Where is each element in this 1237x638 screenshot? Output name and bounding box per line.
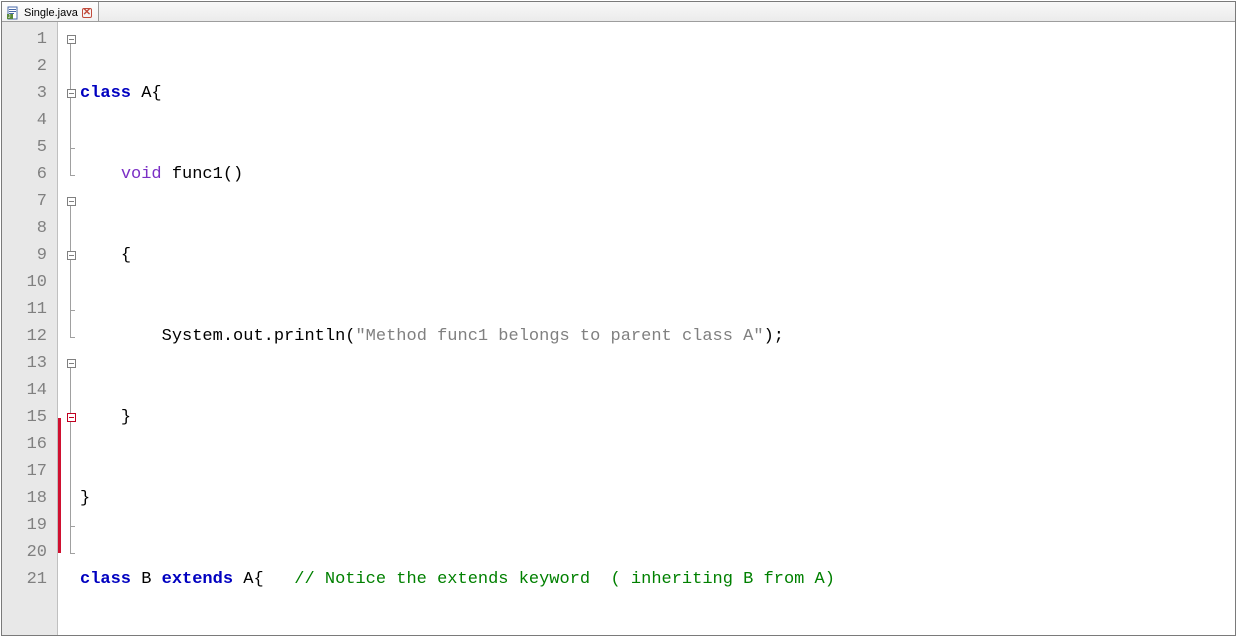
change-marker <box>58 431 61 458</box>
tab-filename: Single.java <box>24 7 78 19</box>
fold-toggle-icon[interactable] <box>67 35 76 44</box>
change-marker <box>58 512 61 539</box>
change-marker <box>58 485 61 512</box>
line-number: 11 <box>2 296 57 323</box>
code-line[interactable]: { <box>78 242 1235 269</box>
code-line[interactable]: System.out.println("Method func1 belongs… <box>78 323 1235 350</box>
change-marker <box>58 539 61 553</box>
code-content[interactable]: class A{ void func1() { System.out.print… <box>78 22 1235 635</box>
line-number: 5 <box>2 134 57 161</box>
fold-toggle-icon[interactable] <box>67 251 76 260</box>
code-line[interactable]: } <box>78 404 1235 431</box>
code-line[interactable]: } <box>78 485 1235 512</box>
editor-container: J Single.java ✕ 1 2 3 4 5 6 7 8 9 10 11 … <box>1 1 1236 636</box>
line-number: 8 <box>2 215 57 242</box>
fold-toggle-icon[interactable] <box>67 359 76 368</box>
line-number: 6 <box>2 161 57 188</box>
code-line[interactable]: class A{ <box>78 80 1235 107</box>
code-area[interactable]: 1 2 3 4 5 6 7 8 9 10 11 12 13 14 15 16 1… <box>2 22 1235 635</box>
line-number: 15 <box>2 404 57 431</box>
line-number: 7 <box>2 188 57 215</box>
line-number: 19 <box>2 512 57 539</box>
change-marker <box>58 458 61 485</box>
line-number: 2 <box>2 53 57 80</box>
line-number: 16 <box>2 431 57 458</box>
line-number: 3 <box>2 80 57 107</box>
line-number-gutter: 1 2 3 4 5 6 7 8 9 10 11 12 13 14 15 16 1… <box>2 22 58 635</box>
line-number: 9 <box>2 242 57 269</box>
fold-strip <box>64 22 78 635</box>
line-number: 14 <box>2 377 57 404</box>
tab-bar: J Single.java ✕ <box>2 2 1235 22</box>
line-number: 21 <box>2 566 57 593</box>
line-number: 4 <box>2 107 57 134</box>
line-number: 12 <box>2 323 57 350</box>
change-marker <box>58 418 61 432</box>
line-number: 1 <box>2 26 57 53</box>
java-file-icon: J <box>6 6 20 20</box>
line-number: 13 <box>2 350 57 377</box>
close-icon[interactable]: ✕ <box>82 8 92 18</box>
fold-toggle-icon[interactable] <box>67 89 76 98</box>
file-tab[interactable]: J Single.java ✕ <box>2 2 99 21</box>
line-number: 20 <box>2 539 57 566</box>
line-number: 10 <box>2 269 57 296</box>
fold-toggle-icon[interactable] <box>67 413 76 422</box>
fold-toggle-icon[interactable] <box>67 197 76 206</box>
line-number: 18 <box>2 485 57 512</box>
line-number: 17 <box>2 458 57 485</box>
code-line[interactable]: void func1() <box>78 161 1235 188</box>
code-line[interactable]: class B extends A{ // Notice the extends… <box>78 566 1235 593</box>
